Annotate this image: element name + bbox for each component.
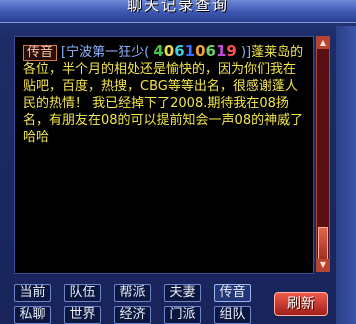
sender-prefix[interactable]: [宁波第一狂少( — [61, 45, 149, 60]
tab-team[interactable]: 队伍 — [64, 284, 101, 302]
sender-id-digit: 0 — [195, 42, 206, 60]
sender-id-digit: 9 — [226, 42, 237, 60]
scroll-thumb[interactable] — [318, 227, 328, 263]
chat-scrollbar[interactable]: ▲ ▼ — [316, 36, 330, 272]
right-border — [336, 26, 356, 324]
scroll-up-icon[interactable]: ▲ — [317, 37, 329, 49]
channel-tag-chuanyin: 传音 — [23, 45, 58, 61]
tab-sect[interactable]: 门派 — [164, 306, 201, 324]
refresh-button[interactable]: 刷新 — [274, 292, 328, 316]
chat-log-panel[interactable]: 传音 [宁波第一狂少( 40610619 )]蓬莱岛的各位，半个月的相处还是愉快的… — [14, 36, 314, 274]
tab-guild[interactable]: 帮派 — [114, 284, 151, 302]
chat-message: 传音 [宁波第一狂少( 40610619 )]蓬莱岛的各位，半个月的相处还是愉快的… — [23, 43, 307, 146]
tab-spouse[interactable]: 夫妻 — [164, 284, 201, 302]
tab-private[interactable]: 私聊 — [14, 306, 51, 324]
tab-economy[interactable]: 经济 — [114, 306, 151, 324]
title-bar[interactable]: 聊天记录查询 — [0, 0, 356, 23]
window-title: 聊天记录查询 — [126, 0, 229, 14]
sender-id-digit: 4 — [153, 42, 164, 60]
sender-id: 40610619 — [149, 42, 241, 60]
sender-suffix: )] — [240, 45, 252, 60]
sender-id-digit: 1 — [184, 42, 196, 60]
tab-current[interactable]: 当前 — [14, 284, 51, 302]
tab-party[interactable]: 组队 — [214, 306, 251, 324]
tab-chuanyin[interactable]: 传音 — [214, 284, 251, 302]
tab-world[interactable]: 世界 — [64, 306, 101, 324]
message-text: 蓬莱岛的各位，半个月的相处还是愉快的，因为你们我在贴吧，百度，热搜，CBG等等出… — [23, 45, 304, 145]
sender-id-digit: 6 — [205, 42, 216, 60]
sender-id-digit: 1 — [215, 42, 227, 60]
chat-history-window: 聊天记录查询 传音 [宁波第一狂少( 40610619 )]蓬莱岛的各位，半个月的… — [0, 0, 356, 324]
scroll-down-icon[interactable]: ▼ — [317, 259, 329, 271]
sender-id-digit: 0 — [163, 42, 175, 60]
sender-id-digit: 6 — [174, 42, 185, 60]
